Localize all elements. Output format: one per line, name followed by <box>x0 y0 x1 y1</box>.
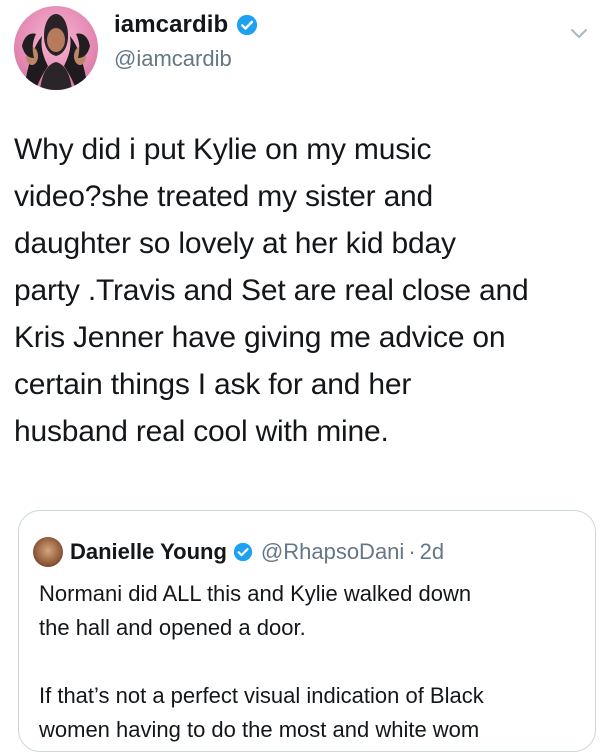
verified-badge-icon <box>236 14 258 36</box>
quoted-avatar <box>33 537 63 567</box>
quoted-display-name: Danielle Young <box>70 539 227 564</box>
separator-dot: · <box>408 539 416 564</box>
quoted-timestamp: 2d <box>419 539 445 564</box>
avatar[interactable] <box>14 6 98 90</box>
tweet-header: iamcardib @iamcardib <box>114 8 258 72</box>
quoted-tweet[interactable]: Danielle Young @RhapsoDani · 2d Normani … <box>18 510 596 752</box>
verified-badge-icon <box>233 542 253 562</box>
user-handle[interactable]: @iamcardib <box>114 46 258 72</box>
quoted-tweet-header: Danielle Young @RhapsoDani · 2d <box>33 537 444 567</box>
display-name[interactable]: iamcardib <box>114 11 228 39</box>
avatar-image <box>22 14 90 90</box>
tweet-text: Why did i put Kylie on my music video?sh… <box>14 133 529 448</box>
tweet-card: iamcardib @iamcardib Why did i put Kylie… <box>0 0 600 752</box>
quoted-handle: @RhapsoDani <box>260 539 405 564</box>
chevron-down-icon[interactable] <box>568 22 590 44</box>
name-row: iamcardib <box>114 8 258 42</box>
